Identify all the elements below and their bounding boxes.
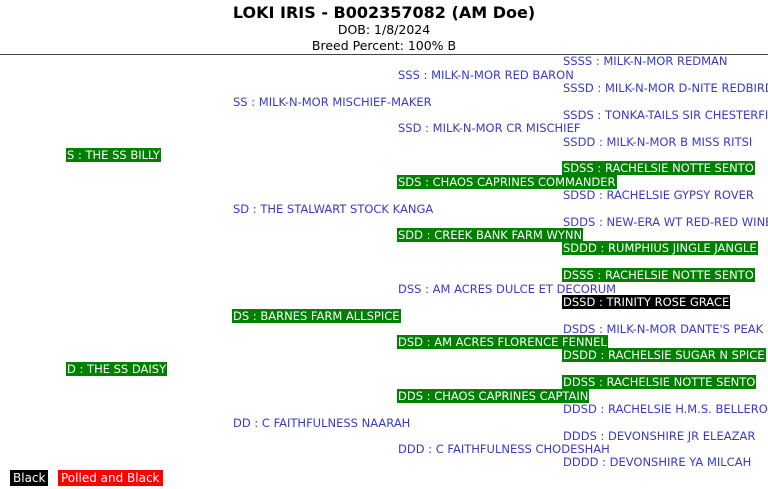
dam-dam[interactable]: DD : C FAITHFULNESS NAARAH [232,416,411,430]
dob-text: DOB: 1/8/2024 [337,22,431,37]
ssss[interactable]: SSSS : MILK-N-MOR REDMAN [562,54,728,68]
dsss[interactable]: DSSS : RACHELSIE NOTTE SENTO [562,268,755,282]
sds[interactable]: SDS : CHAOS CAPRINES COMMANDER [397,175,617,189]
dsdd[interactable]: DSDD : RACHELSIE SUGAR N SPICE [562,348,766,362]
sire-dam[interactable]: SD : THE STALWART STOCK KANGA [232,202,434,216]
sss[interactable]: SSS : MILK-N-MOR RED BARON [397,68,575,82]
ssds[interactable]: SSDS : TONKA-TAILS SIR CHESTERFIELD [562,108,768,122]
ssdd[interactable]: SSDD : MILK-N-MOR B MISS RITSI [562,135,753,149]
page-title: LOKI IRIS - B002357082 (AM Doe) [232,3,536,22]
dssd[interactable]: DSSD : TRINITY ROSE GRACE [562,295,731,309]
sdsd[interactable]: SDSD : RACHELSIE GYPSY ROVER [562,188,755,202]
dsds[interactable]: DSDS : MILK-N-MOR DANTE'S PEAK [562,322,764,336]
legend-black: Black [10,470,49,486]
sire-sire[interactable]: SS : MILK-N-MOR MISCHIEF-MAKER [232,95,433,109]
sdds[interactable]: SDDS : NEW-ERA WT RED-RED WINE [562,215,768,229]
sdss[interactable]: SDSS : RACHELSIE NOTTE SENTO [562,161,755,175]
dds[interactable]: DDS : CHAOS CAPRINES CAPTAIN [397,389,590,403]
dss[interactable]: DSS : AM ACRES DULCE ET DECORUM [397,282,617,296]
breed-percent-text: Breed Percent: 100% B [311,38,457,53]
dddd[interactable]: DDDD : DEVONSHIRE YA MILCAH [562,455,752,469]
ssd[interactable]: SSD : MILK-N-MOR CR MISCHIEF [397,121,581,135]
sdd[interactable]: SDD : CREEK BANK FARM WYNN [397,228,584,242]
sssd[interactable]: SSSD : MILK-N-MOR D-NITE REDBIRD [562,81,768,95]
dam-sire[interactable]: DS : BARNES FARM ALLSPICE [232,309,401,323]
dsd[interactable]: DSD : AM ACRES FLORENCE FENNEL [397,335,608,349]
sire[interactable]: S : THE SS BILLY [66,148,161,162]
ddds[interactable]: DDDS : DEVONSHIRE JR ELEAZAR [562,429,756,443]
dam[interactable]: D : THE SS DAISY [66,362,168,376]
pedigree-header: LOKI IRIS - B002357082 (AM Doe) DOB: 1/8… [0,0,768,54]
legend-polled-black: Polled and Black [58,470,163,486]
sddd[interactable]: SDDD : RUMPHIUS JINGLE JANGLE [562,241,758,255]
ddss[interactable]: DDSS : RACHELSIE NOTTE SENTO [562,375,757,389]
ddsd[interactable]: DDSD : RACHELSIE H.M.S. BELLEROPHON [562,402,768,416]
ddd[interactable]: DDD : C FAITHFULNESS CHODESHAH [397,442,611,456]
